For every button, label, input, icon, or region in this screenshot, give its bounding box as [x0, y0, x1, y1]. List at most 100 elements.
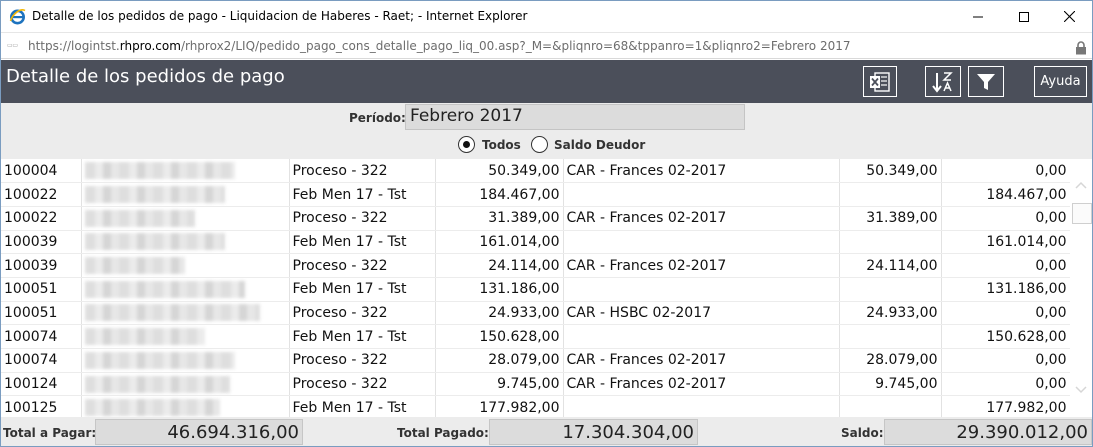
saldo-label: Saldo: [841, 426, 884, 440]
title-bar: Detalle de los pedidos de pago - Liquida… [1, 1, 1092, 32]
lock-icon[interactable] [1075, 40, 1087, 55]
cell-importe: 28.079,00 [435, 348, 564, 373]
cell-employee-name [81, 182, 290, 207]
cell-employee-name [81, 301, 290, 326]
cell-pagado [839, 395, 942, 417]
cell-saldo: 131.186,00 [941, 277, 1070, 302]
page-title: Detalle de los pedidos de pago [6, 66, 285, 87]
close-button[interactable] [1046, 1, 1092, 32]
cell-proceso: Proceso - 322 [289, 348, 436, 373]
cell-employee-name [81, 348, 290, 373]
address-bar[interactable]: ▭▭ https://logintst.rhpro.com/rhprox2/LI… [1, 32, 1092, 59]
cell-saldo: 177.982,00 [941, 395, 1070, 417]
url-field[interactable]: https://logintst.rhpro.com/rhprox2/LIQ/p… [28, 39, 851, 53]
table-row[interactable]: 100124 Proceso - 322 9.745,00 CAR - Frances… [1, 372, 1070, 397]
export-excel-button[interactable] [863, 66, 897, 97]
table-row[interactable]: 100039 Proceso - 322 24.114,00 CAR - France… [1, 253, 1070, 278]
cell-legajo: 100074 [1, 324, 82, 349]
cell-pagado: 24.114,00 [839, 253, 942, 278]
table-row[interactable]: 100125 Feb Men 17 - Tst 177.982,00 177.982,… [1, 395, 1070, 417]
table-row[interactable]: 100004 Proceso - 322 50.349,00 CAR - France… [1, 159, 1070, 184]
radio-todos[interactable] [458, 136, 475, 153]
cell-proceso: Feb Men 17 - Tst [289, 324, 436, 349]
cell-saldo: 161.014,00 [941, 230, 1070, 255]
cell-saldo: 0,00 [941, 206, 1070, 231]
cell-saldo: 150.628,00 [941, 324, 1070, 349]
cell-pagado [839, 324, 942, 349]
cell-legajo: 100039 [1, 230, 82, 255]
cell-legajo: 100125 [1, 395, 82, 417]
url-prefix: https://logintst. [28, 39, 120, 53]
cell-pagado: 24.933,00 [839, 301, 942, 326]
maximize-button[interactable] [1001, 1, 1047, 32]
close-icon [1063, 11, 1075, 22]
excel-icon [870, 71, 890, 92]
cell-legajo: 100074 [1, 348, 82, 373]
total-pagar-value: 46.694.316,00 [95, 419, 303, 445]
table-row[interactable]: 100039 Feb Men 17 - Tst 161.014,00 161.014,… [1, 230, 1070, 255]
window-title: Detalle de los pedidos de pago - Liquida… [32, 9, 528, 23]
cell-employee-name [81, 277, 290, 302]
table-body: 100004 Proceso - 322 50.349,00 CAR - France… [1, 159, 1070, 417]
redacted-name [84, 162, 235, 180]
radio-todos-label[interactable]: Todos [482, 138, 521, 152]
cell-importe: 9.745,00 [435, 372, 564, 397]
help-button[interactable]: Ayuda [1034, 66, 1087, 97]
period-field[interactable]: Febrero 2017 [405, 104, 745, 130]
cell-cuenta: CAR - Frances 02-2017 [563, 206, 840, 231]
saldo-value: 29.390.012,00 [884, 419, 1092, 445]
browser-window: Detalle de los pedidos de pago - Liquida… [0, 0, 1093, 447]
totals-bar: Total a Pagar: 46.694.316,00 Total Pagad… [1, 417, 1092, 446]
radio-saldo-deudor-label[interactable]: Saldo Deudor [554, 138, 645, 152]
cell-pagado: 31.389,00 [839, 206, 942, 231]
cell-proceso: Feb Men 17 - Tst [289, 395, 436, 417]
redacted-name [84, 375, 230, 393]
minimize-button[interactable] [955, 1, 1001, 32]
scroll-up-icon[interactable] [1073, 177, 1089, 191]
cell-importe: 24.114,00 [435, 253, 564, 278]
table-row[interactable]: 100074 Feb Men 17 - Tst 150.628,00 150.628,… [1, 324, 1070, 349]
cell-legajo: 100022 [1, 182, 82, 207]
scrollbar-thumb[interactable] [1072, 203, 1092, 224]
filter-panel: Período: Febrero 2017 Todos Saldo Deudor [1, 103, 1092, 159]
page-icon: ▭▭ [7, 42, 18, 49]
sort-button[interactable] [925, 66, 961, 97]
payments-table: 100004 Proceso - 322 50.349,00 CAR - France… [1, 159, 1070, 417]
redacted-name [84, 257, 185, 275]
url-path: /rhprox2/LIQ/pedido_pago_cons_detalle_pa… [180, 39, 851, 53]
table-scrollbar[interactable] [1070, 159, 1092, 417]
cell-legajo: 100051 [1, 301, 82, 326]
filter-button[interactable] [968, 66, 1004, 97]
cell-importe: 24.933,00 [435, 301, 564, 326]
redacted-name [84, 304, 260, 322]
redacted-name [84, 399, 220, 417]
cell-legajo: 100022 [1, 206, 82, 231]
cell-cuenta [563, 324, 840, 349]
redacted-name [84, 186, 225, 204]
table-row[interactable]: 100051 Proceso - 322 24.933,00 CAR - HSBC 0… [1, 301, 1070, 326]
cell-importe: 184.467,00 [435, 182, 564, 207]
cell-legajo: 100039 [1, 253, 82, 278]
cell-saldo: 184.467,00 [941, 182, 1070, 207]
cell-employee-name [81, 324, 290, 349]
sort-az-icon [932, 71, 953, 93]
cell-pagado [839, 182, 942, 207]
cell-saldo: 0,00 [941, 159, 1070, 184]
cell-importe: 161.014,00 [435, 230, 564, 255]
scroll-down-icon[interactable] [1073, 382, 1089, 396]
cell-pagado: 28.079,00 [839, 348, 942, 373]
cell-pagado: 9.745,00 [839, 372, 942, 397]
table-row[interactable]: 100022 Proceso - 322 31.389,00 CAR - France… [1, 206, 1070, 231]
cell-cuenta: CAR - Frances 02-2017 [563, 159, 840, 184]
total-pagado-label: Total Pagado: [397, 426, 489, 440]
cell-cuenta [563, 182, 840, 207]
cell-importe: 50.349,00 [435, 159, 564, 184]
table-row[interactable]: 100022 Feb Men 17 - Tst 184.467,00 184.467,… [1, 182, 1070, 207]
table-row[interactable]: 100074 Proceso - 322 28.079,00 CAR - France… [1, 348, 1070, 373]
cell-saldo: 0,00 [941, 301, 1070, 326]
radio-saldo-deudor[interactable] [531, 136, 548, 153]
cell-proceso: Feb Men 17 - Tst [289, 182, 436, 207]
url-domain: rhpro.com [119, 39, 181, 53]
cell-cuenta: CAR - Frances 02-2017 [563, 253, 840, 278]
table-row[interactable]: 100051 Feb Men 17 - Tst 131.186,00 131.186,… [1, 277, 1070, 302]
